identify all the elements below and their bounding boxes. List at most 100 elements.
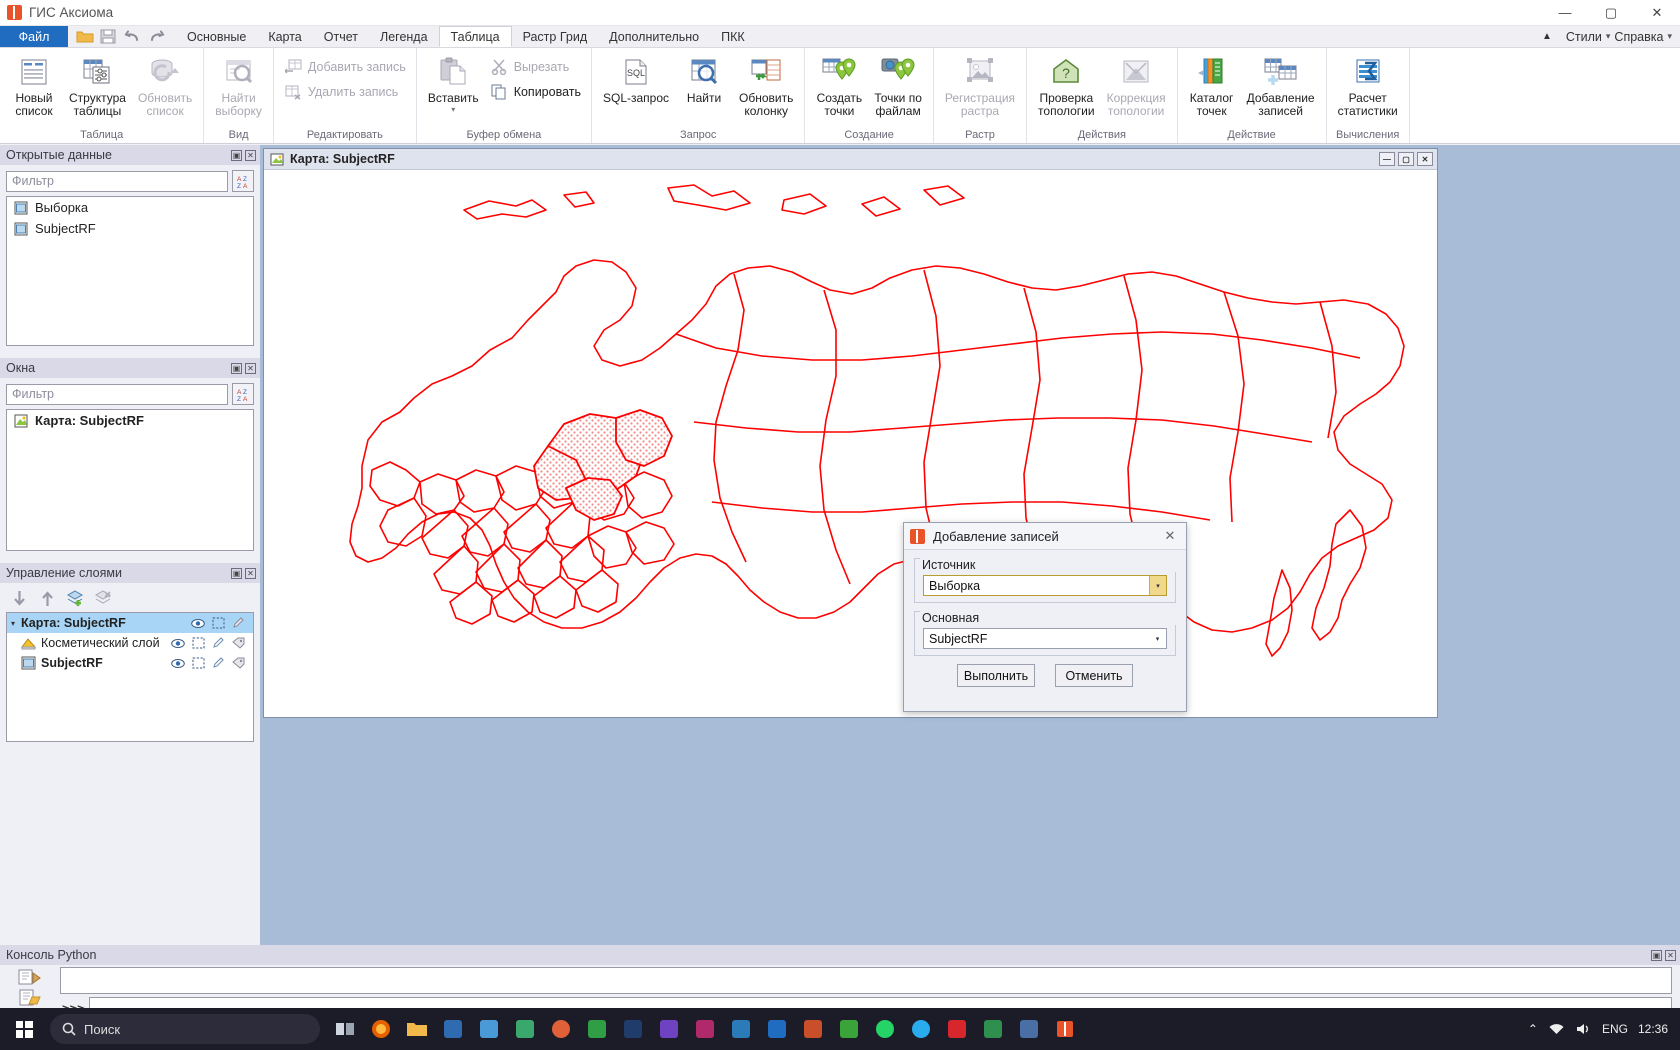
main-combobox[interactable]: SubjectRF ▾: [923, 628, 1167, 649]
map-maximize-button[interactable]: ▢: [1398, 152, 1414, 166]
remove-layer-icon[interactable]: [94, 589, 112, 607]
source-combobox[interactable]: Выборка ▾: [923, 575, 1167, 596]
edit-icon[interactable]: [211, 656, 225, 670]
create-points-button[interactable]: Создатьточки: [810, 52, 868, 120]
windows-filter-input[interactable]: Фильтр: [6, 384, 228, 405]
save-icon[interactable]: [100, 29, 118, 45]
copy-button[interactable]: Копировать: [485, 81, 586, 103]
redo-icon[interactable]: [148, 29, 166, 45]
windows-sort-button[interactable]: AZZA: [232, 383, 254, 405]
help-caret-icon[interactable]: ▾: [1667, 31, 1672, 42]
select-icon[interactable]: [191, 636, 205, 650]
axioma-taskbar-icon[interactable]: [1050, 1014, 1080, 1044]
refresh-list-button[interactable]: Обновитьсписок: [132, 52, 198, 120]
taskbar-search[interactable]: Поиск: [50, 1014, 320, 1044]
app-icon-10[interactable]: [762, 1014, 792, 1044]
new-list-button[interactable]: Новыйсписок: [5, 52, 63, 120]
whatsapp-icon[interactable]: [870, 1014, 900, 1044]
speaker-icon[interactable]: [1575, 1022, 1592, 1036]
find-selection-button[interactable]: Найтивыборку: [209, 52, 268, 120]
app-icon-11[interactable]: [798, 1014, 828, 1044]
collapse-ribbon-icon[interactable]: ▲: [1542, 31, 1552, 42]
minimize-button[interactable]: —: [1542, 0, 1588, 26]
panel-float-icon[interactable]: ▣: [231, 363, 242, 374]
dialog-close-button[interactable]: ✕: [1160, 526, 1180, 546]
statistics-button[interactable]: Расчетстатистики: [1332, 52, 1404, 120]
topology-check-button[interactable]: ? Проверкатопологии: [1032, 52, 1101, 120]
tab-otchet[interactable]: Отчет: [313, 26, 369, 47]
tab-osnovnye[interactable]: Основные: [176, 26, 257, 47]
app-icon-2[interactable]: [474, 1014, 504, 1044]
app-icon-14[interactable]: [978, 1014, 1008, 1044]
chevron-down-icon[interactable]: ▾: [1149, 629, 1166, 648]
layer-row-cosmetic[interactable]: Косметический слой: [7, 633, 253, 653]
styles-menu[interactable]: Стили: [1566, 30, 1602, 44]
list-item[interactable]: Выборка: [7, 197, 253, 218]
add-layer-icon[interactable]: [66, 589, 84, 607]
paste-caret-icon[interactable]: ▾: [451, 105, 455, 114]
tab-tablica[interactable]: Таблица: [439, 26, 512, 47]
app-icon-15[interactable]: [1014, 1014, 1044, 1044]
help-menu[interactable]: Справка: [1614, 30, 1663, 44]
app-icon-3[interactable]: [510, 1014, 540, 1044]
map-canvas[interactable]: [264, 170, 1437, 717]
update-column-button[interactable]: Обновитьколонку: [733, 52, 799, 120]
eye-icon[interactable]: [191, 616, 205, 630]
app-icon-8[interactable]: [690, 1014, 720, 1044]
layer-row-map[interactable]: ▾ Карта: SubjectRF: [7, 613, 253, 633]
windows-list[interactable]: Карта: SubjectRF: [6, 409, 254, 551]
chevron-down-icon[interactable]: ▾: [1149, 576, 1166, 595]
panel-float-icon[interactable]: ▣: [1651, 950, 1662, 961]
tab-file[interactable]: Файл: [0, 26, 68, 47]
app-icon-9[interactable]: [726, 1014, 756, 1044]
app-icon-4[interactable]: [546, 1014, 576, 1044]
raster-registration-button[interactable]: Регистрациярастра: [939, 52, 1021, 120]
edit-icon[interactable]: [211, 636, 225, 650]
list-item[interactable]: Карта: SubjectRF: [7, 410, 253, 431]
task-view-icon[interactable]: [330, 1014, 360, 1044]
tab-dopolnitelno[interactable]: Дополнительно: [598, 26, 710, 47]
app-icon-12[interactable]: [834, 1014, 864, 1044]
map-close-button[interactable]: ✕: [1417, 152, 1433, 166]
list-item[interactable]: SubjectRF: [7, 218, 253, 239]
panel-close-icon[interactable]: ✕: [245, 568, 256, 579]
topology-fix-button[interactable]: Коррекциятопологии: [1101, 52, 1172, 120]
app-icon-13[interactable]: [942, 1014, 972, 1044]
open-folder-icon[interactable]: [76, 29, 94, 45]
open-script-icon[interactable]: [15, 988, 45, 1008]
tab-legenda[interactable]: Легенда: [369, 26, 439, 47]
app-icon-5[interactable]: [582, 1014, 612, 1044]
telegram-icon[interactable]: [906, 1014, 936, 1044]
styles-caret-icon[interactable]: ▾: [1606, 31, 1611, 42]
app-icon-1[interactable]: [438, 1014, 468, 1044]
open-data-list[interactable]: Выборка SubjectRF: [6, 196, 254, 346]
tray-chevron-icon[interactable]: ⌃: [1528, 1022, 1538, 1036]
tab-rastr-grid[interactable]: Растр Грид: [512, 26, 599, 47]
add-records-button[interactable]: Добавлениезаписей: [1241, 52, 1321, 120]
tray-clock[interactable]: 12:36: [1638, 1022, 1668, 1036]
open-data-filter-input[interactable]: Фильтр: [6, 171, 228, 192]
start-button[interactable]: [0, 1008, 48, 1050]
app-icon-7[interactable]: [654, 1014, 684, 1044]
maximize-button[interactable]: ▢: [1588, 0, 1634, 26]
move-up-icon[interactable]: [38, 589, 56, 607]
edit-icon[interactable]: [231, 616, 245, 630]
cancel-button[interactable]: Отменить: [1055, 664, 1133, 687]
select-icon[interactable]: [211, 616, 225, 630]
execute-button[interactable]: Выполнить: [957, 664, 1035, 687]
panel-float-icon[interactable]: ▣: [231, 568, 242, 579]
eye-icon[interactable]: [171, 636, 185, 650]
run-script-icon[interactable]: [15, 967, 45, 987]
add-record-button[interactable]: Добавить запись: [279, 56, 411, 78]
points-catalog-button[interactable]: Каталогточек: [1183, 52, 1241, 120]
select-icon[interactable]: [191, 656, 205, 670]
file-explorer-icon[interactable]: [402, 1014, 432, 1044]
delete-record-button[interactable]: Удалить запись: [279, 81, 411, 103]
points-from-files-button[interactable]: Точки пофайлам: [868, 52, 928, 120]
firefox-icon[interactable]: [366, 1014, 396, 1044]
map-minimize-button[interactable]: —: [1379, 152, 1395, 166]
panel-close-icon[interactable]: ✕: [245, 363, 256, 374]
panel-close-icon[interactable]: ✕: [1665, 950, 1676, 961]
app-icon-6[interactable]: [618, 1014, 648, 1044]
panel-close-icon[interactable]: ✕: [245, 150, 256, 161]
